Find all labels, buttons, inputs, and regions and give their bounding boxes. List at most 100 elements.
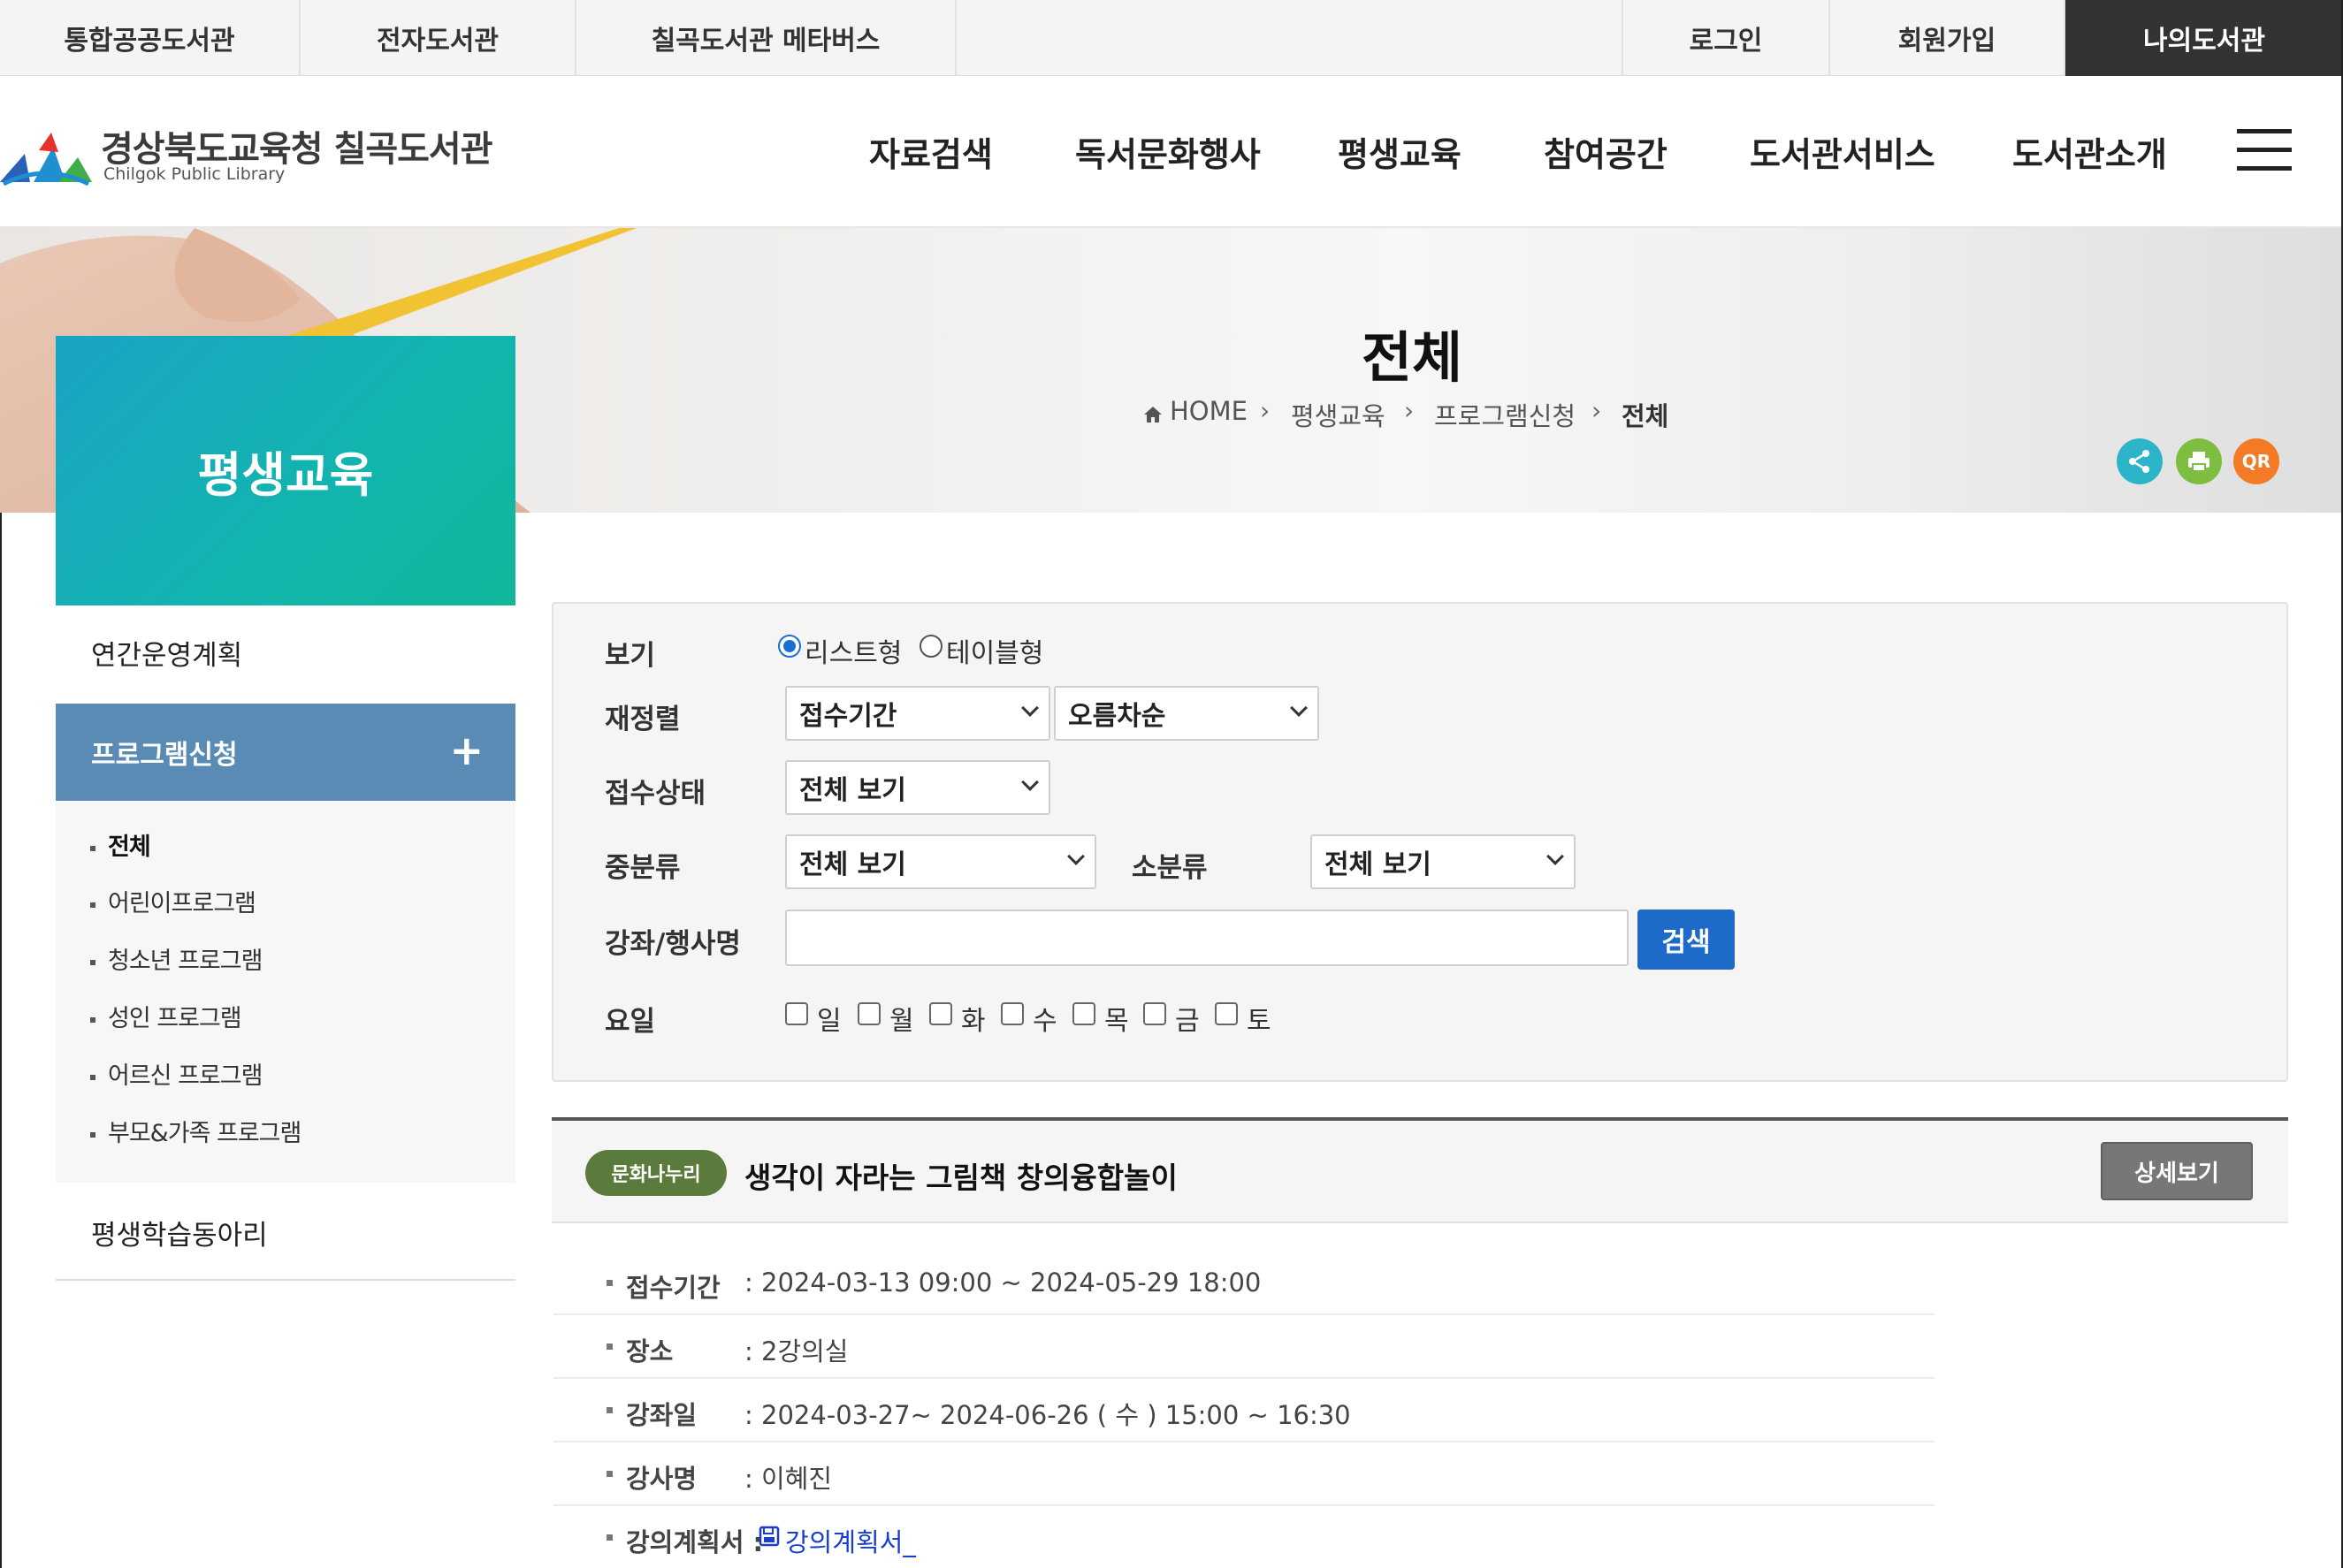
day-label: 요일 (605, 1006, 656, 1038)
library-logo-icon[interactable] (0, 127, 92, 186)
nav-library-services[interactable]: 도서관서비스 (1750, 127, 1935, 176)
nav-search[interactable]: 자료검색 (869, 127, 993, 176)
file-icon[interactable] (759, 1526, 780, 1547)
sidebar-divider (56, 1279, 515, 1281)
bullet-icon (607, 1471, 613, 1477)
chevron-down-icon (1290, 699, 1308, 717)
sidebar-item-label: 프로그램신청 (91, 740, 238, 771)
nav-reading-events[interactable]: 독서문화행사 (1075, 127, 1261, 176)
result-title[interactable]: 생각이 자라는 그림책 창의융합놀이 (744, 1154, 1178, 1197)
day-wed-label: 수 (1033, 1006, 1057, 1037)
period-value: : 2024-03-13 09:00 ~ 2024-05-29 18:00 (744, 1267, 1262, 1298)
bullet-icon (607, 1280, 613, 1286)
place-value: : 2강의실 (744, 1336, 849, 1366)
view-table-label[interactable]: 테이블형 (946, 631, 1043, 670)
logo-subtitle: Chilgok Public Library (103, 164, 286, 184)
plan-label: 강의계획서 : (626, 1527, 764, 1557)
breadcrumb-separator-icon: › (1260, 396, 1271, 425)
breadcrumb-program-apply[interactable]: 프로그램신청 (1434, 396, 1576, 433)
link-metaverse[interactable]: 칠곡도서관 메타버스 (576, 0, 957, 76)
plan-download-link[interactable]: 강의계획서_ (785, 1522, 916, 1559)
chevron-down-icon (1021, 699, 1039, 717)
nav-lifelong-education[interactable]: 평생교육 (1338, 127, 1462, 176)
small-category-label: 소분류 (1132, 852, 1208, 884)
page-title: 전체 (1362, 325, 1463, 390)
bullet-icon (607, 1534, 613, 1541)
place-label: 장소 (626, 1336, 674, 1366)
join-link[interactable]: 회원가입 (1830, 0, 2065, 76)
site-header: 경상북도교육청 칠곡도서관 Chilgok Public Library 자료검… (0, 76, 2343, 228)
instructor-label: 강사명 (626, 1464, 698, 1494)
day-sun-label: 일 (817, 1006, 842, 1037)
view-label: 보기 (605, 640, 656, 672)
small-category-select[interactable]: 전체 보기 (1310, 834, 1576, 889)
schedule-label: 강좌일 (626, 1400, 698, 1430)
print-icon (2188, 452, 2209, 472)
submenu-children[interactable]: 어린이프로그램 (90, 884, 256, 918)
category-badge: 문화나누리 (585, 1150, 727, 1196)
mid-category-label: 중분류 (605, 852, 681, 884)
submenu-adult[interactable]: 성인 프로그램 (90, 999, 242, 1033)
login-link[interactable]: 로그인 (1622, 0, 1830, 76)
sort-order-select[interactable]: 오름차순 (1054, 686, 1319, 741)
my-library-link[interactable]: 나의도서관 (2065, 0, 2343, 76)
breadcrumb-home[interactable]: HOME (1170, 396, 1248, 426)
period-label: 접수기간 (626, 1273, 721, 1303)
menu-hamburger-icon[interactable] (2237, 129, 2292, 171)
sort-label: 재정렬 (605, 704, 681, 735)
day-sat-checkbox[interactable] (1215, 1002, 1238, 1025)
qr-button[interactable]: QR (2233, 438, 2279, 484)
sidebar-item-study-club[interactable]: 평생학습동아리 (56, 1213, 515, 1252)
nav-participation[interactable]: 참여공간 (1544, 127, 1668, 176)
day-thu-checkbox[interactable] (1072, 1002, 1095, 1025)
instructor-value: : 이혜진 (744, 1464, 833, 1494)
bullet-icon (607, 1407, 613, 1413)
link-e-library[interactable]: 전자도서관 (301, 0, 576, 76)
day-fri-checkbox[interactable] (1143, 1002, 1166, 1025)
plus-icon[interactable]: + (449, 727, 484, 774)
chevron-down-icon (1021, 773, 1039, 791)
share-icon (2129, 450, 2149, 473)
day-sun-checkbox[interactable] (785, 1002, 808, 1025)
top-utility-bar: 통합공공도서관 전자도서관 칠곡도서관 메타버스 로그인 회원가입 나의도서관 (0, 0, 2343, 76)
chevron-down-icon (1067, 848, 1085, 865)
view-list-radio[interactable] (778, 635, 801, 658)
sidebar-title: 평생교육 (56, 336, 515, 605)
sort-field-select[interactable]: 접수기간 (785, 686, 1050, 741)
course-name-label: 강좌/행사명 (605, 928, 741, 960)
share-button[interactable] (2117, 438, 2163, 484)
view-list-label[interactable]: 리스트형 (805, 631, 902, 670)
mid-category-select[interactable]: 전체 보기 (785, 834, 1096, 889)
day-sat-label: 토 (1247, 1006, 1271, 1037)
detail-button[interactable]: 상세보기 (2101, 1142, 2253, 1200)
day-tue-label: 화 (961, 1006, 986, 1037)
submenu-senior[interactable]: 어르신 프로그램 (90, 1056, 263, 1091)
day-mon-checkbox[interactable] (858, 1002, 881, 1025)
breadcrumb-current: 전체 (1622, 401, 1669, 431)
bullet-icon (607, 1343, 613, 1350)
submenu-family[interactable]: 부모&가족 프로그램 (90, 1114, 301, 1148)
day-wed-checkbox[interactable] (1001, 1002, 1024, 1025)
home-icon (1144, 407, 1162, 422)
breadcrumb-separator-icon: › (1404, 396, 1415, 425)
breadcrumb-separator-icon: › (1591, 396, 1602, 425)
day-thu-label: 목 (1104, 1006, 1129, 1037)
sidebar-item-program-apply[interactable]: 프로그램신청 + (56, 704, 515, 801)
view-table-radio[interactable] (920, 635, 943, 658)
course-name-input[interactable] (785, 910, 1629, 966)
status-select[interactable]: 전체 보기 (785, 760, 1050, 815)
search-button[interactable]: 검색 (1637, 910, 1735, 970)
link-integrated-library[interactable]: 통합공공도서관 (0, 0, 301, 76)
nav-library-intro[interactable]: 도서관소개 (2012, 127, 2167, 176)
submenu-all[interactable]: 전체 (90, 827, 151, 862)
breadcrumb-lifelong-education[interactable]: 평생교육 (1291, 396, 1385, 433)
print-button[interactable] (2176, 438, 2222, 484)
status-label: 접수상태 (605, 778, 706, 810)
day-tue-checkbox[interactable] (929, 1002, 952, 1025)
sidebar-item-annual-plan[interactable]: 연간운영계획 (56, 633, 515, 673)
day-fri-label: 금 (1175, 1006, 1200, 1037)
chevron-down-icon (1546, 848, 1564, 865)
submenu-youth[interactable]: 청소년 프로그램 (90, 941, 263, 976)
schedule-value: : 2024-03-27~ 2024-06-26 ( 수 ) 15:00 ~ 1… (744, 1400, 1351, 1430)
day-mon-label: 월 (889, 1006, 914, 1037)
